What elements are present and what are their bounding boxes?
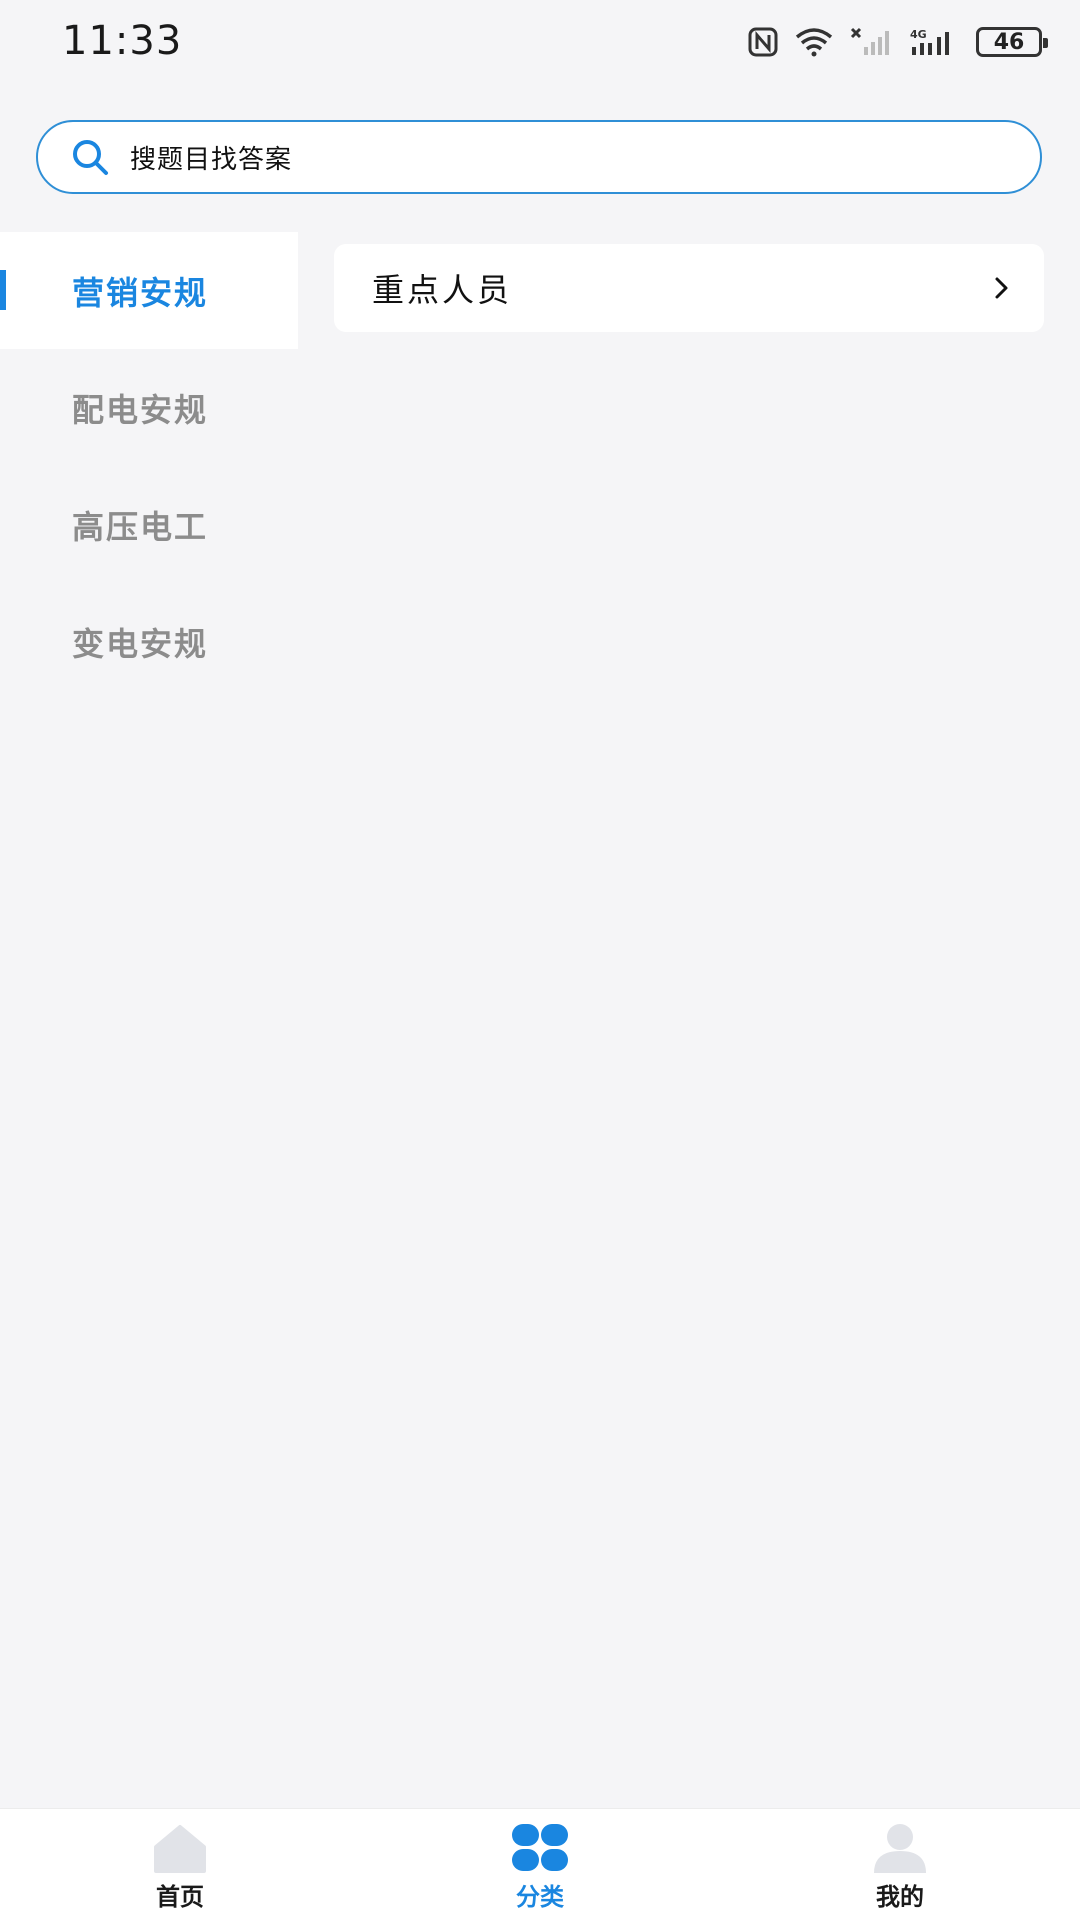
category-item-distribution-safety[interactable]: 配电安规 — [0, 349, 298, 466]
category-label: 变电安规 — [72, 624, 209, 663]
nav-home[interactable]: 首页 — [0, 1809, 360, 1921]
topic-label: 重点人员 — [372, 271, 513, 309]
category-nav: 营销安规 配电安规 高压电工 变电安规 — [0, 232, 298, 700]
nav-category[interactable]: 分类 — [360, 1809, 720, 1921]
svg-text:4G: 4G — [910, 28, 927, 41]
category-label: 配电安规 — [72, 390, 209, 429]
status-time: 11:33 — [62, 18, 183, 64]
category-icon — [508, 1821, 572, 1875]
signal-no-sim-icon — [850, 27, 894, 57]
status-bar: 11:33 4G 46 — [0, 0, 1080, 86]
wifi-icon — [794, 27, 834, 57]
nav-category-label: 分类 — [516, 1883, 564, 1911]
nfc-icon — [748, 27, 778, 57]
active-indicator — [0, 270, 6, 310]
category-item-marketing-safety[interactable]: 营销安规 — [0, 232, 298, 349]
battery-level: 46 — [993, 29, 1025, 55]
search-bar[interactable]: 搜题目找答案 — [36, 120, 1042, 194]
profile-icon — [868, 1821, 932, 1875]
topic-item-key-personnel[interactable]: 重点人员 — [334, 244, 1044, 332]
nav-profile-label: 我的 — [876, 1883, 924, 1911]
battery-icon: 46 — [976, 27, 1048, 57]
category-label: 营销安规 — [72, 273, 209, 312]
home-icon — [148, 1821, 212, 1875]
search-icon — [70, 137, 110, 177]
category-item-substation-safety[interactable]: 变电安规 — [0, 583, 298, 700]
status-icons: 4G 46 — [748, 22, 1048, 62]
category-item-high-voltage-electrician[interactable]: 高压电工 — [0, 466, 298, 583]
category-label: 高压电工 — [72, 507, 209, 546]
signal-4g-icon: 4G — [910, 27, 960, 57]
nav-profile[interactable]: 我的 — [720, 1809, 1080, 1921]
nav-home-label: 首页 — [156, 1883, 204, 1911]
bottom-nav: 首页 分类 我的 — [0, 1808, 1080, 1921]
search-input[interactable]: 搜题目找答案 — [130, 139, 292, 176]
chevron-right-icon — [992, 276, 1012, 300]
